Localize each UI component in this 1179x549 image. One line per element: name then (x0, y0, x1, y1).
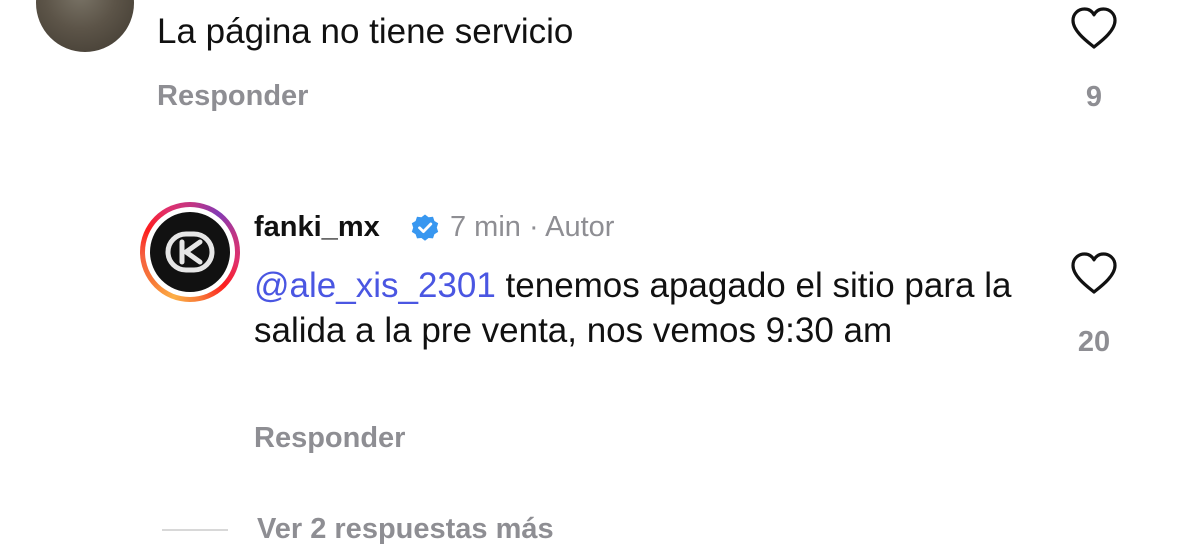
comment-text: @ale_xis_2301 tenemos apagado el sitio p… (254, 263, 1034, 353)
author-label: Autor (545, 211, 615, 243)
verified-badge-icon (411, 214, 439, 241)
like-button[interactable] (1069, 250, 1119, 296)
comment-meta: 7 min · Autor (450, 211, 614, 244)
mention-link[interactable]: @ale_xis_2301 (254, 266, 496, 305)
like-count: 9 (1085, 81, 1103, 113)
author-username[interactable]: fanki_mx (254, 211, 380, 244)
like-count: 20 (1077, 326, 1111, 358)
comment-text: La página no tiene servicio (157, 12, 574, 51)
reply-button[interactable]: Responder (157, 80, 308, 113)
fanki-logo-icon (150, 212, 230, 292)
comment-time: 7 min (450, 211, 521, 243)
k-logo-icon (165, 231, 215, 273)
commenter-avatar[interactable] (36, 0, 134, 52)
reply-button[interactable]: Responder (254, 422, 405, 455)
author-avatar[interactable] (140, 202, 240, 302)
meta-separator: · (528, 211, 539, 243)
heart-outline-icon (1071, 7, 1117, 49)
view-replies-button[interactable]: Ver 2 respuestas más (257, 513, 554, 546)
like-button[interactable] (1069, 5, 1119, 51)
heart-outline-icon (1071, 252, 1117, 294)
replies-divider (162, 529, 228, 531)
